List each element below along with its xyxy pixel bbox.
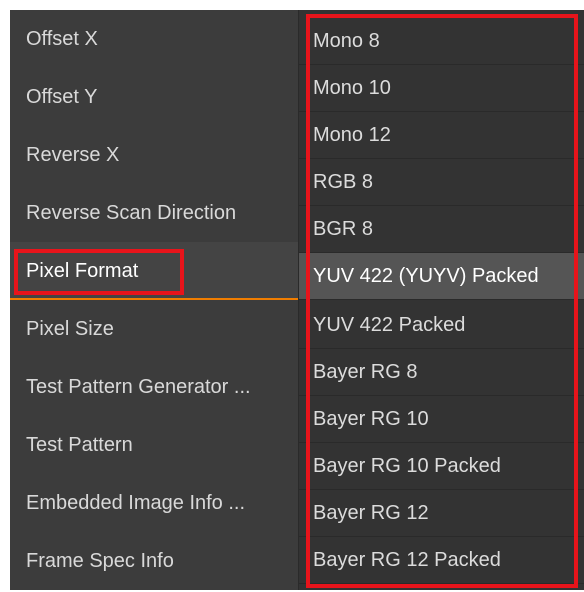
option-bayer-rg-8[interactable]: Bayer RG 8 [299,349,584,396]
option-label: Bayer RG 10 Packed [313,455,501,477]
option-mono-12[interactable]: Mono 12 [299,112,584,159]
property-test-pattern-generator[interactable]: Test Pattern Generator ... [10,358,300,416]
option-label: YUV 422 Packed [313,314,466,336]
pixel-format-dropdown-list: Mono 8 Mono 10 Mono 12 RGB 8 BGR 8 YUV 4… [298,10,584,590]
option-label: BGR 8 [313,218,374,240]
option-label: Mono 10 [313,77,391,99]
option-label: Bayer RG 12 [313,502,429,524]
property-label: Frame Spec Info [26,550,174,572]
property-label: Reverse Scan Direction [26,202,237,224]
option-bayer-rg-12-packed[interactable]: Bayer RG 12 Packed [299,537,584,584]
property-label: Pixel Size [26,318,114,340]
property-label: Test Pattern Generator ... [26,376,251,398]
property-embedded-image-info[interactable]: Embedded Image Info ... [10,474,300,532]
option-bayer-rg-10[interactable]: Bayer RG 10 [299,396,584,443]
camera-properties-panel: Offset X Offset Y Reverse X Reverse Scan… [10,10,584,590]
property-label: Embedded Image Info ... [26,492,246,514]
property-offset-y[interactable]: Offset Y [10,68,300,126]
option-label: Mono 8 [313,30,380,52]
option-yuv-422-packed[interactable]: YUV 422 Packed [299,302,584,349]
property-label: Offset X [26,28,98,50]
option-yuv-422-yuyv-packed[interactable]: YUV 422 (YUYV) Packed [299,253,584,300]
option-label: Bayer RG 12 Packed [313,549,501,571]
property-label: Test Pattern [26,434,133,456]
option-mono-10[interactable]: Mono 10 [299,65,584,112]
option-label: Bayer RG 8 [313,361,418,383]
property-offset-x[interactable]: Offset X [10,10,300,68]
property-label: Offset Y [26,86,98,108]
property-label: Reverse X [26,144,120,166]
option-label: Mono 12 [313,124,391,146]
option-bayer-rg-10-packed[interactable]: Bayer RG 10 Packed [299,443,584,490]
option-label: YUV 422 (YUYV) Packed [313,265,539,287]
property-frame-spec-info[interactable]: Frame Spec Info [10,532,300,590]
property-test-pattern[interactable]: Test Pattern [10,416,300,474]
option-bayer-rg-12[interactable]: Bayer RG 12 [299,490,584,537]
pixel-format-annotation-box [14,249,184,295]
properties-list: Offset X Offset Y Reverse X Reverse Scan… [10,10,300,590]
option-mono-8[interactable]: Mono 8 [299,18,584,65]
option-label: RGB 8 [313,171,374,193]
property-pixel-size[interactable]: Pixel Size [10,300,300,358]
option-bgr-8[interactable]: BGR 8 [299,206,584,253]
property-reverse-x[interactable]: Reverse X [10,126,300,184]
option-label: Bayer RG 10 [313,408,429,430]
option-rgb-8[interactable]: RGB 8 [299,159,584,206]
property-reverse-scan-direction[interactable]: Reverse Scan Direction [10,184,300,242]
